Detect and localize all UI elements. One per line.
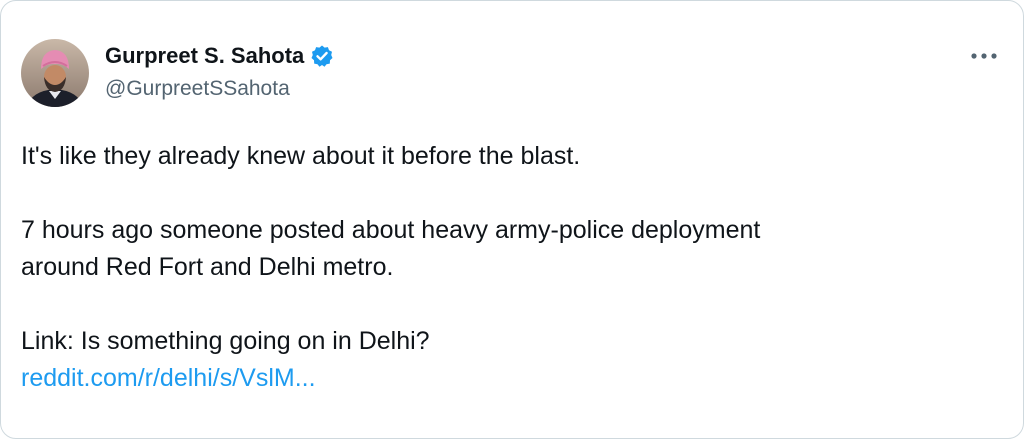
tweet-line: around Red Fort and Delhi metro. xyxy=(21,253,394,281)
author-handle[interactable]: @GurpreetSSahota xyxy=(105,77,290,101)
tweet-line: It's like they already knew about it bef… xyxy=(21,142,581,170)
tweet-text: It's like they already knew about it bef… xyxy=(21,138,981,397)
tweet-link[interactable]: reddit.com/r/delhi/s/VslM... xyxy=(21,364,316,392)
tweet-line: Link: Is something going on in Delhi? xyxy=(21,327,430,355)
author-avatar[interactable] xyxy=(21,39,89,107)
tweet-card: Gurpreet S. Sahota @GurpreetSSahota It's… xyxy=(0,0,1024,439)
author-display-name[interactable]: Gurpreet S. Sahota xyxy=(105,43,304,69)
author-name-row: Gurpreet S. Sahota xyxy=(105,41,334,71)
verified-badge-icon xyxy=(310,44,334,68)
more-options-icon[interactable] xyxy=(967,41,1001,71)
tweet-line: 7 hours ago someone posted about heavy a… xyxy=(21,216,761,244)
avatar-image xyxy=(21,39,89,107)
